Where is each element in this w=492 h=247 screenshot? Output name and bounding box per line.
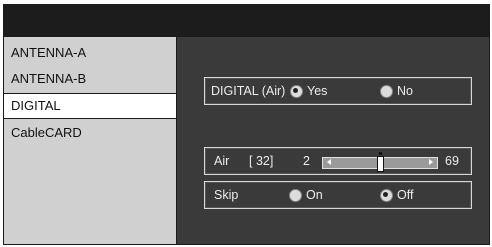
settings-window: ANTENNA-A ANTENNA-B DIGITAL CableCARD DI… xyxy=(3,4,490,245)
skip-off-label: Off xyxy=(397,188,414,202)
skip-label: Skip xyxy=(214,188,239,202)
skip-row: Skip On Off xyxy=(204,181,472,209)
skip-on-label: On xyxy=(306,188,323,202)
sidebar-item-antenna-a[interactable]: ANTENNA-A xyxy=(11,45,86,60)
slider-thumb[interactable] xyxy=(377,156,384,172)
skip-on-radio[interactable] xyxy=(289,189,302,202)
main-panel: DIGITAL (Air) Yes No Air [ 32] 2 69 Skip… xyxy=(177,37,489,244)
sidebar-item-label: DIGITAL xyxy=(11,98,61,113)
sidebar: ANTENNA-A ANTENNA-B DIGITAL CableCARD xyxy=(4,37,177,244)
digital-air-no-radio[interactable] xyxy=(380,85,393,98)
channel-current-value: [ 32] xyxy=(249,154,274,168)
digital-air-yes-radio[interactable] xyxy=(290,85,303,98)
channel-slider[interactable] xyxy=(322,152,438,172)
channel-row: Air [ 32] 2 69 xyxy=(204,147,472,175)
left-arrow-icon[interactable] xyxy=(327,159,331,165)
digital-air-label: DIGITAL (Air) xyxy=(211,84,286,98)
skip-off-radio[interactable] xyxy=(380,189,393,202)
digital-air-no-label: No xyxy=(397,84,413,98)
right-arrow-icon[interactable] xyxy=(429,159,433,165)
digital-air-row: DIGITAL (Air) Yes No xyxy=(204,77,472,105)
sidebar-item-cablecard[interactable]: CableCARD xyxy=(11,125,82,140)
title-bar xyxy=(4,5,489,37)
sidebar-item-digital[interactable]: DIGITAL xyxy=(4,93,176,119)
channel-label: Air xyxy=(214,154,230,168)
digital-air-yes-label: Yes xyxy=(307,84,328,98)
channel-min-value: 2 xyxy=(303,154,310,168)
sidebar-item-antenna-b[interactable]: ANTENNA-B xyxy=(11,71,86,86)
slider-marker-icon xyxy=(379,152,382,155)
channel-max-value: 69 xyxy=(445,154,459,168)
